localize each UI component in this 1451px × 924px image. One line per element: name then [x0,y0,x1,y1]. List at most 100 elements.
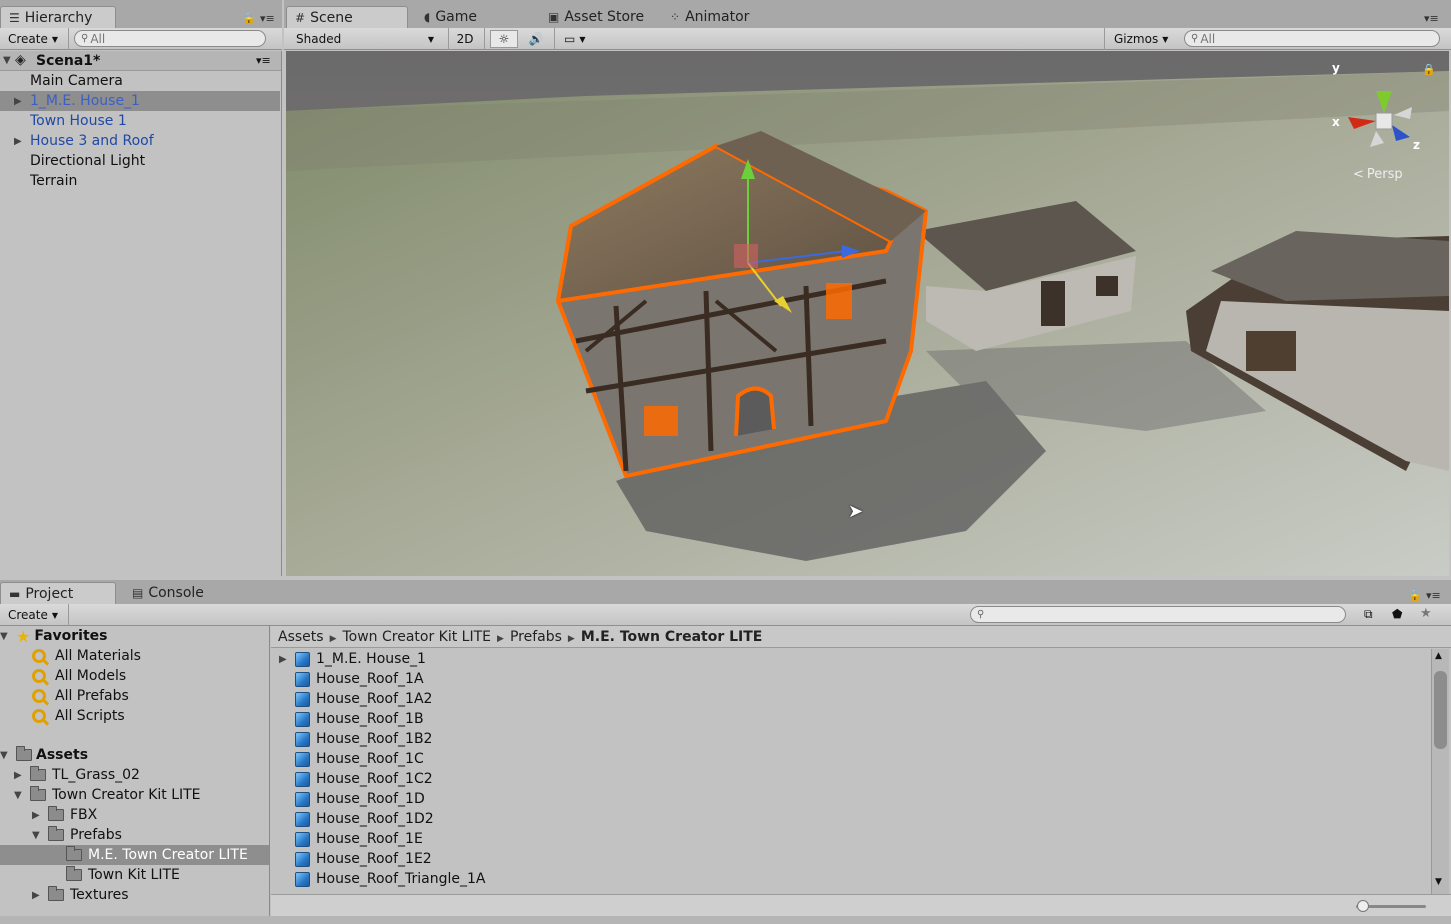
expand-arrow-icon[interactable]: ▶ [14,136,22,147]
prefab-cube-icon [295,811,310,827]
divider [68,604,69,626]
scrollbar-thumb[interactable] [1434,671,1447,749]
prefab-cube-icon [295,791,310,807]
scene-menu-icon[interactable]: ▾≡ [256,54,271,67]
expand-arrow-icon[interactable]: ▶ [14,96,22,107]
expand-arrow-icon[interactable]: ▶ [32,810,44,821]
asset-item[interactable]: House_Roof_Triangle_1A [279,869,486,889]
tab-game[interactable]: ◖ Game [416,6,485,28]
scene-search-input[interactable]: ⚲ All [1184,30,1440,47]
expand-arrow-icon[interactable]: ▼ [32,830,44,841]
assets-header[interactable]: ▼ Assets [0,745,88,765]
breadcrumb-path: Assets ▶ Town Creator Kit LITE ▶ Prefabs ▶ M.E… [278,629,762,645]
mode-2d-toggle[interactable]: 2D [450,30,480,48]
scene-audio-toggle[interactable]: 🔊 [522,30,550,48]
breadcrumb-item[interactable]: Town Creator Kit LITE [342,629,491,645]
tab-console[interactable]: ▤ Console [124,582,212,604]
folder-icon [16,746,32,761]
lock-icon[interactable]: 🔒 [1408,589,1422,602]
favorite-item[interactable]: All Models [30,666,126,686]
folder-item-label: Town Kit LITE [88,867,180,883]
folder-item-label: M.E. Town Creator LITE [88,847,248,863]
tab-project[interactable]: ▬ Project [0,582,116,604]
asset-item[interactable]: House_Roof_1A2 [279,689,432,709]
gizmos-dropdown[interactable]: Gizmos ▼ [1108,30,1174,48]
asset-item[interactable]: House_Roof_1C [279,749,424,769]
expand-arrow-icon[interactable]: ▶ [279,654,289,665]
expand-arrow-icon[interactable]: ▶ [32,890,44,901]
tab-animator[interactable]: ⁘ Animator [662,6,757,28]
breadcrumb-item[interactable]: Assets [278,629,324,645]
scene-viewport[interactable]: y x z 🔒 < Persp ➤ [286,51,1449,576]
asset-item[interactable]: House_Roof_1A [279,669,424,689]
folder-item[interactable]: ▶ Textures [0,885,269,905]
folder-icon [66,846,82,861]
star-icon[interactable]: ★ [1420,606,1432,621]
hierarchy-search-input[interactable]: ⚲ All [74,30,266,47]
folder-item[interactable]: Town Kit LITE [0,865,269,885]
favorites-header[interactable]: ▼ ★ Favorites [0,626,108,646]
hierarchy-item[interactable]: ▶ House 3 and Roof [0,131,280,151]
tab-hierarchy[interactable]: ☰ Hierarchy [0,6,116,28]
breadcrumb-item[interactable]: Prefabs [510,629,562,645]
hierarchy-item[interactable]: Terrain [0,171,280,191]
asset-item[interactable]: House_Roof_1B [279,709,424,729]
panel-menu-icon[interactable]: ▾≡ [1424,12,1439,25]
expand-arrow-icon[interactable]: ▼ [3,55,11,66]
folder-item[interactable]: ▶ TL_Grass_02 [0,765,269,785]
lock-icon[interactable]: 🔒 [1422,63,1436,76]
expand-arrow-icon[interactable]: ▼ [0,631,12,642]
asset-item[interactable]: House_Roof_1E [279,829,423,849]
hierarchy-toolbar: Create ▼ ⚲ All [0,28,282,50]
asset-scrollbar[interactable]: ▲ ▼ [1431,649,1449,894]
expand-arrow-icon[interactable]: ▶ [14,770,26,781]
filter-type-icon[interactable]: ⧉ [1364,607,1373,622]
favorite-item[interactable]: All Prefabs [30,686,129,706]
axis-y-label[interactable]: y [1332,61,1340,75]
projection-toggle[interactable]: < Persp [1353,167,1403,182]
shading-mode-dropdown[interactable]: Shaded ▼ [290,30,440,48]
breadcrumb-separator-icon: ▶ [567,633,575,644]
expand-arrow-icon[interactable]: ▼ [0,750,12,761]
hierarchy-item[interactable]: Main Camera [0,71,280,91]
prefab-cube-icon [295,731,310,747]
zoom-slider-handle[interactable] [1357,900,1369,912]
chevron-left-icon: < [1353,167,1364,182]
unity-logo-icon: ◈ [15,52,26,68]
scene-header-row[interactable]: ▼ ◈ Scena1* ▾≡ [0,51,281,71]
hierarchy-item[interactable]: Directional Light [0,151,280,171]
folder-item[interactable]: ▼ Prefabs [0,825,269,845]
scroll-down-icon[interactable]: ▼ [1435,877,1442,887]
folder-item[interactable]: ▼ Town Creator Kit LITE [0,785,269,805]
favorite-item[interactable]: All Scripts [30,706,125,726]
hierarchy-item[interactable]: Town House 1 [0,111,280,131]
tag-icon[interactable]: ⬟ [1392,607,1402,621]
folder-item[interactable]: M.E. Town Creator LITE [0,845,269,865]
tab-asset-store[interactable]: ▣ Asset Store [540,6,652,28]
asset-item[interactable]: House_Roof_1D2 [279,809,434,829]
axis-z-label[interactable]: z [1413,138,1420,152]
asset-item[interactable]: House_Roof_1D [279,789,425,809]
scroll-up-icon[interactable]: ▲ [1435,651,1442,661]
asset-item[interactable]: House_Roof_1E2 [279,849,432,869]
hierarchy-item[interactable]: ▶ 1_M.E. House_1 [0,91,280,111]
tab-scene[interactable]: # Scene [286,6,408,28]
axis-x-label[interactable]: x [1332,115,1340,129]
asset-item[interactable]: ▶ 1_M.E. House_1 [279,649,426,669]
project-create-button[interactable]: Create ▼ [2,606,64,624]
project-search-input[interactable]: ⚲ [970,606,1346,623]
scene-effects-dropdown[interactable]: ▭ ▼ [558,30,600,48]
panel-menu-icon[interactable]: ▾≡ [1426,589,1441,602]
scene-lighting-toggle[interactable]: ☼ [490,30,518,48]
expand-arrow-icon[interactable]: ▼ [14,790,26,801]
hierarchy-create-button[interactable]: Create ▼ [2,30,64,48]
asset-item[interactable]: House_Roof_1C2 [279,769,433,789]
project-toolbar: Create ▼ ⚲ ⧉ ⬟ ★ [0,604,1451,626]
favorite-item[interactable]: All Materials [30,646,141,666]
folder-item[interactable]: ▶ FBX [0,805,269,825]
lock-icon[interactable]: 🔒 [242,12,256,25]
asset-item[interactable]: House_Roof_1B2 [279,729,432,749]
panel-menu-icon[interactable]: ▾≡ [260,12,275,25]
status-bar [0,916,1451,924]
breadcrumb-item[interactable]: M.E. Town Creator LITE [581,629,763,645]
